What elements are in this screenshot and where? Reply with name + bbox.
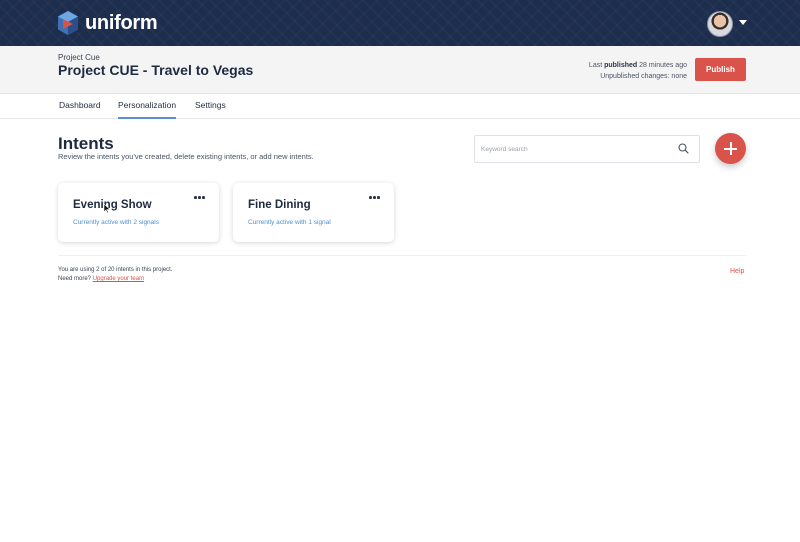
last-published-text: Last published 28 minutes ago bbox=[588, 62, 687, 69]
project-title: Project CUE - Travel to Vegas bbox=[58, 62, 254, 78]
uniform-logo-icon bbox=[58, 11, 78, 35]
user-avatar[interactable] bbox=[707, 11, 733, 37]
more-options-icon[interactable] bbox=[369, 196, 380, 199]
usage-note: You are using 2 of 20 intents in this pr… bbox=[58, 266, 173, 284]
intent-card-title: Evening Show bbox=[73, 199, 152, 211]
help-link[interactable]: Help bbox=[730, 268, 744, 275]
project-label: Project Cue bbox=[58, 53, 100, 62]
intent-card-title: Fine Dining bbox=[248, 199, 311, 211]
search-icon[interactable] bbox=[678, 143, 689, 154]
tab-settings[interactable]: Settings bbox=[195, 100, 226, 117]
divider bbox=[58, 255, 746, 256]
mouse-cursor-icon bbox=[104, 204, 110, 213]
page-description: Review the intents you've created, delet… bbox=[58, 152, 314, 161]
intent-card-status: Currently active with 1 signal bbox=[248, 219, 331, 226]
add-intent-button[interactable] bbox=[715, 133, 746, 164]
upgrade-team-link[interactable]: Upgrade your team bbox=[93, 276, 144, 282]
top-navigation-bar: uniform bbox=[0, 0, 800, 46]
search-input[interactable] bbox=[481, 142, 671, 157]
project-tabs: Dashboard Personalization Settings bbox=[0, 94, 800, 119]
unpublished-changes-text: Unpublished changes: none bbox=[600, 73, 687, 80]
app-name: uniform bbox=[85, 11, 158, 34]
usage-text: You are using 2 of 20 intents in this pr… bbox=[58, 267, 173, 273]
intent-card[interactable]: Fine Dining Currently active with 1 sign… bbox=[233, 183, 394, 242]
chevron-down-icon[interactable] bbox=[739, 20, 747, 25]
tab-personalization[interactable]: Personalization bbox=[118, 100, 177, 119]
publish-status: Last published 28 minutes ago Unpublishe… bbox=[589, 60, 687, 82]
keyword-search-box[interactable] bbox=[474, 135, 700, 163]
page-title: Intents bbox=[58, 134, 114, 153]
intent-card[interactable]: Evening Show Currently active with 2 sig… bbox=[58, 183, 219, 242]
tab-dashboard[interactable]: Dashboard bbox=[59, 100, 101, 117]
more-options-icon[interactable] bbox=[194, 196, 205, 199]
publish-button[interactable]: Publish bbox=[695, 58, 746, 81]
intent-card-status: Currently active with 2 signals bbox=[73, 219, 159, 226]
uniform-logo[interactable]: uniform bbox=[57, 10, 158, 36]
need-more-text: Need more? bbox=[58, 276, 92, 282]
project-header: Project Cue Project CUE - Travel to Vega… bbox=[0, 46, 800, 94]
